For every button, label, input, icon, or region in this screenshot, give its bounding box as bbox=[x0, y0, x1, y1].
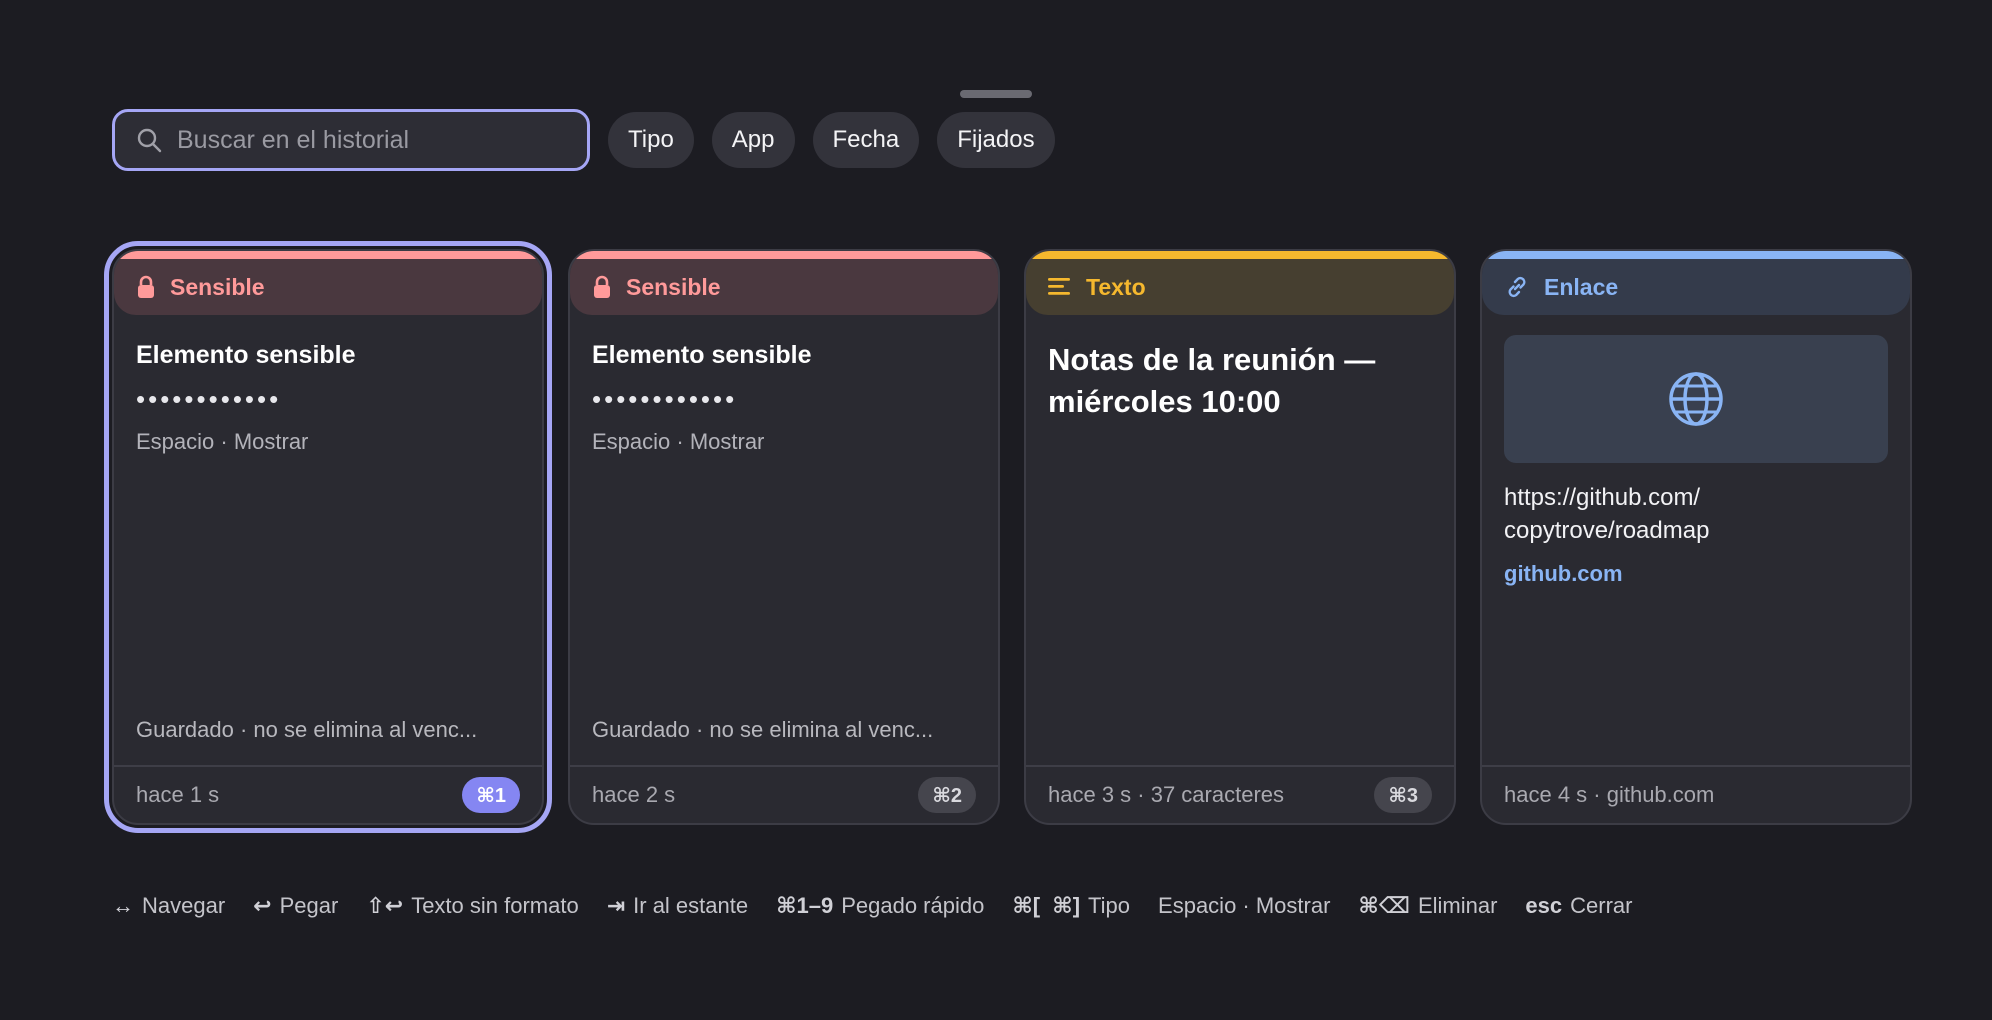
reveal-hint: Espacio · Mostrar bbox=[592, 429, 765, 454]
search-input[interactable] bbox=[177, 125, 557, 155]
return-icon: ↩ bbox=[253, 893, 272, 918]
quick-paste-badge: ⌘2 bbox=[918, 777, 976, 813]
filter-fijados-button[interactable]: Fijados bbox=[937, 112, 1055, 168]
shortcut-paste: ↩ Pegar bbox=[253, 893, 338, 919]
link-preview-thumbnail bbox=[1504, 335, 1888, 463]
card-footer: hace 4 s · github.com bbox=[1482, 765, 1910, 823]
search-icon bbox=[137, 128, 162, 153]
card-type-label: Sensible bbox=[626, 273, 721, 300]
clipboard-card-4[interactable]: Enlace https://github.com/ copytrove/roa… bbox=[1480, 249, 1912, 825]
shift-return-icon: ⇧↩ bbox=[366, 893, 404, 918]
card-content: Notas de la reunión — miércoles 10:00 bbox=[1048, 339, 1432, 423]
text-preview: Notas de la reunión — miércoles 10:00 bbox=[1048, 342, 1376, 419]
card-footer: hace 3 s · 37 caracteres ⌘3 bbox=[1026, 765, 1454, 823]
link-domain[interactable]: github.com bbox=[1504, 561, 1888, 587]
reveal-hint: Espacio · Mostrar bbox=[136, 429, 309, 454]
card-timestamp: hace 1 s bbox=[136, 782, 220, 807]
card-type-label: Enlace bbox=[1544, 273, 1619, 300]
card-accent-bar bbox=[570, 251, 998, 259]
card-footer: hace 2 s ⌘2 bbox=[570, 765, 998, 823]
shortcut-label: Espacio · Mostrar bbox=[1158, 893, 1331, 918]
shortcut-key: esc bbox=[1525, 893, 1563, 918]
card-type-header: Sensible bbox=[570, 259, 998, 315]
card-accent-bar bbox=[114, 251, 542, 259]
card-timestamp: hace 4 s · github.com bbox=[1504, 782, 1715, 807]
shortcut-key: ⌘[ ⌘] bbox=[1012, 893, 1081, 918]
shortcut-label: Navegar bbox=[142, 893, 226, 918]
delete-icon: ⌘⌫ bbox=[1358, 893, 1410, 918]
card-content: Elemento sensible •••••••••••• Espacio ·… bbox=[592, 341, 976, 455]
shortcut-label: Ir al estante bbox=[633, 893, 749, 918]
shortcut-key: ⌘1–9 bbox=[776, 893, 834, 918]
shortcut-label: Cerrar bbox=[1570, 893, 1633, 918]
quick-paste-badge: ⌘1 bbox=[462, 777, 520, 813]
card-accent-bar bbox=[1482, 251, 1910, 259]
filter-fecha-button[interactable]: Fecha bbox=[812, 112, 920, 168]
shortcut-label: Pegar bbox=[279, 893, 339, 918]
shortcut-label: Tipo bbox=[1088, 893, 1131, 918]
shortcut-close: esc Cerrar bbox=[1525, 893, 1632, 919]
search-field[interactable] bbox=[112, 109, 590, 171]
shortcut-navigate: ↔ Navegar bbox=[112, 893, 225, 919]
shortcut-type: ⌘[ ⌘] Tipo bbox=[1012, 893, 1130, 919]
quick-paste-badge: ⌘3 bbox=[1374, 777, 1432, 813]
retention-note: Guardado · no se elimina al venc... bbox=[592, 717, 934, 742]
shortcut-label: Texto sin formato bbox=[411, 893, 579, 918]
clipboard-card-2[interactable]: Sensible Elemento sensible •••••••••••• … bbox=[568, 249, 1000, 825]
link-icon bbox=[1508, 276, 1526, 298]
toolbar: Tipo App Fecha Fijados bbox=[112, 109, 1055, 171]
keyboard-shortcuts-bar: ↔ Navegar ↩ Pegar ⇧↩ Texto sin formato ⇥… bbox=[112, 890, 1660, 922]
card-type-label: Sensible bbox=[170, 273, 265, 300]
shortcut-delete: ⌘⌫ Eliminar bbox=[1358, 893, 1497, 919]
card-timestamp: hace 3 s · 37 caracteres bbox=[1048, 782, 1285, 807]
tab-icon: ⇥ bbox=[606, 893, 626, 918]
shortcut-quick-paste: ⌘1–9 Pegado rápido bbox=[776, 893, 984, 919]
filter-tipo-button[interactable]: Tipo bbox=[608, 112, 694, 168]
card-type-header: Sensible bbox=[114, 259, 542, 315]
filter-app-button[interactable]: App bbox=[711, 112, 795, 168]
text-lines-icon bbox=[1048, 278, 1070, 295]
globe-icon bbox=[1669, 372, 1723, 426]
arrows-icon: ↔ bbox=[112, 893, 134, 918]
link-url: https://github.com/ copytrove/roadmap bbox=[1504, 484, 1710, 544]
clipboard-card-3[interactable]: Texto Notas de la reunión — miércoles 10… bbox=[1024, 249, 1456, 825]
shortcut-label: Eliminar bbox=[1417, 893, 1498, 918]
card-type-header: Enlace bbox=[1482, 259, 1910, 315]
lock-icon bbox=[138, 275, 154, 298]
card-type-label: Texto bbox=[1086, 273, 1146, 300]
clipboard-card-1[interactable]: Sensible Elemento sensible •••••••••••• … bbox=[112, 249, 544, 825]
card-content: https://github.com/ copytrove/roadmap gi… bbox=[1504, 335, 1888, 587]
panel-drag-handle[interactable] bbox=[960, 90, 1032, 98]
card-footer: hace 1 s ⌘1 bbox=[114, 765, 542, 823]
card-title: Elemento sensible bbox=[136, 341, 356, 369]
lock-icon bbox=[594, 275, 610, 298]
card-content: Elemento sensible •••••••••••• Espacio ·… bbox=[136, 341, 520, 455]
card-accent-bar bbox=[1026, 251, 1454, 259]
masked-content: •••••••••••• bbox=[592, 384, 738, 414]
retention-note: Guardado · no se elimina al venc... bbox=[136, 717, 478, 742]
shortcut-plain-text: ⇧↩ Texto sin formato bbox=[366, 893, 578, 919]
shortcut-shelf: ⇥ Ir al estante bbox=[607, 893, 748, 919]
shortcut-reveal: Espacio · Mostrar bbox=[1158, 893, 1330, 919]
card-type-header: Texto bbox=[1026, 259, 1454, 315]
masked-content: •••••••••••• bbox=[136, 384, 282, 414]
shortcut-label: Pegado rápido bbox=[841, 893, 985, 918]
card-timestamp: hace 2 s bbox=[592, 782, 676, 807]
card-title: Elemento sensible bbox=[592, 341, 812, 369]
